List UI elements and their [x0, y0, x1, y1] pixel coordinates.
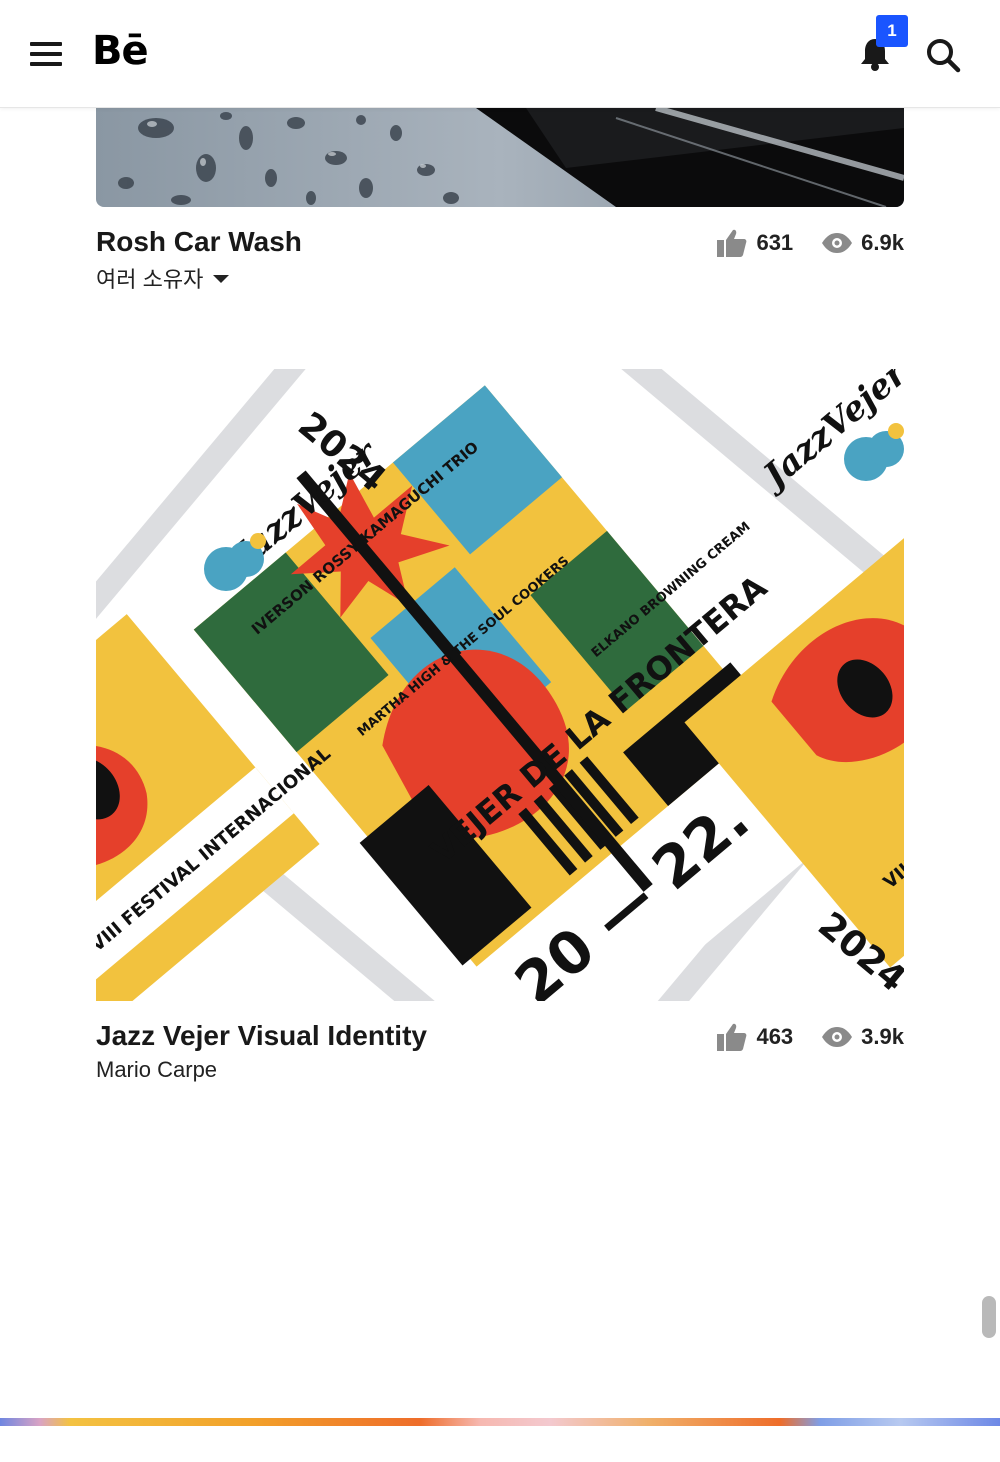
- views-count: 6.9k: [861, 230, 904, 255]
- search-icon[interactable]: [924, 36, 962, 74]
- behance-logo[interactable]: Bē: [92, 28, 149, 74]
- top-header: Bē 1: [0, 0, 1000, 108]
- project-owner-dropdown[interactable]: 여러 소유자: [96, 262, 230, 294]
- appreciations-count: 463: [756, 1024, 794, 1049]
- views-stat: 3.9k: [821, 1024, 904, 1050]
- thumbs-up-icon: [717, 1023, 747, 1051]
- footer-area: [0, 1430, 1000, 1462]
- eye-icon: [822, 233, 853, 253]
- appreciations-stat: 631: [716, 228, 793, 258]
- appreciations-count: 631: [756, 230, 794, 255]
- appreciations-stat: 463: [716, 1022, 793, 1052]
- notification-badge[interactable]: 1: [876, 15, 908, 47]
- project-owner[interactable]: Mario Carpe: [96, 1057, 217, 1083]
- project-thumbnail-jazz-vejer[interactable]: IVERSON ROSSY KAMAGUCHI TRIO MARTHA HIGH…: [96, 369, 904, 1001]
- footer-gradient-bar: [0, 1418, 1000, 1426]
- project-owner: 여러 소유자: [96, 267, 204, 292]
- thumbs-up-icon: [717, 229, 747, 257]
- eye-icon: [822, 1027, 853, 1047]
- menu-icon[interactable]: [30, 40, 64, 68]
- scrollbar-thumb[interactable]: [982, 1296, 996, 1338]
- project-title[interactable]: Rosh Car Wash: [96, 226, 302, 258]
- views-count: 3.9k: [861, 1024, 904, 1049]
- chevron-down-icon: [213, 275, 230, 284]
- views-stat: 6.9k: [821, 230, 904, 256]
- project-thumbnail-rosh-car-wash[interactable]: [96, 108, 904, 207]
- project-stats: 631 6.9k: [716, 228, 904, 258]
- project-title[interactable]: Jazz Vejer Visual Identity: [96, 1020, 427, 1052]
- project-stats: 463 3.9k: [716, 1022, 904, 1052]
